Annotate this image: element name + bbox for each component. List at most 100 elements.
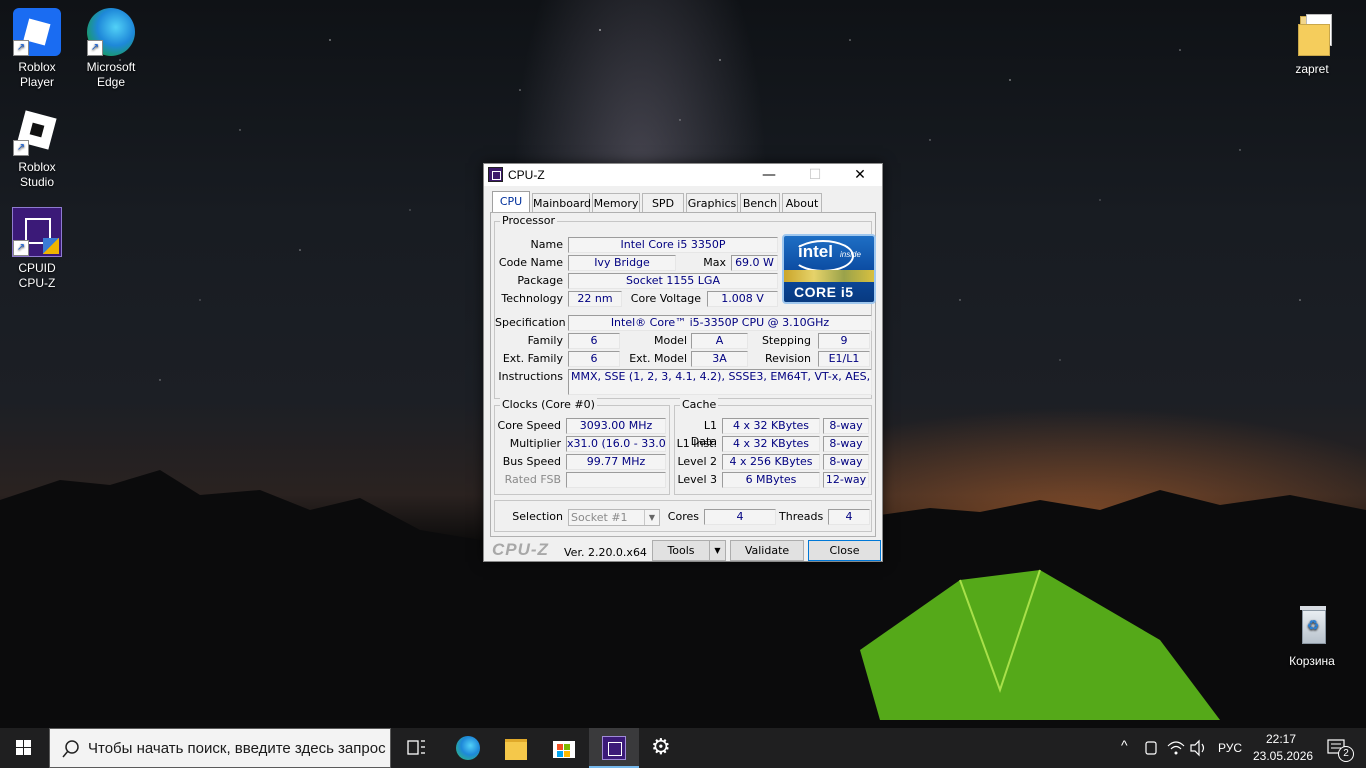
bus-speed-value: 99.77 MHz [566,454,666,470]
max-tdp-value: 69.0 W [731,255,778,271]
socket-select-value: Socket #1 [571,511,628,524]
rated-fsb-label: Rated FSB [504,473,561,486]
gear-icon: ⚙ [651,734,671,759]
desktop-icon-roblox-studio[interactable]: ↗ Roblox Studio [0,108,74,190]
processor-legend: Processor [500,214,557,228]
desktop-icon-label: CPU-Z [18,276,56,290]
desktop-icon-label: Roblox [18,60,56,74]
tab-memory[interactable]: Memory [592,193,640,212]
task-view-button[interactable] [396,728,436,768]
cache-row-size: 4 x 32 KBytes [722,436,820,452]
code-name-value: Ivy Bridge [568,255,676,271]
chevron-down-icon: ▼ [714,546,721,555]
bus-speed-label: Bus Speed [502,455,561,468]
cpuz-brand-text: CPU-Z [492,540,549,559]
cache-row-label: L1 Inst. [676,437,717,450]
chevron-down-icon: ▼ [644,510,659,525]
title-bar[interactable]: CPU-Z — ☐ ✕ [484,164,882,186]
ext-model-label: Ext. Model [629,352,687,365]
core-speed-label: Core Speed [497,419,561,432]
version-text: Ver. 2.20.0.x64 [564,546,647,559]
wifi-icon [1167,741,1185,755]
desktop-icon-label: Roblox [18,160,56,174]
clocks-legend: Clocks (Core #0) [500,398,597,412]
desktop-icon-label: Edge [96,75,126,89]
taskbar-edge[interactable] [444,728,492,768]
specification-value: Intel® Core™ i5-3350P CPU @ 3.10GHz [568,315,872,331]
tab-bench[interactable]: Bench [740,193,780,212]
tab-cpu[interactable]: CPU [492,191,530,213]
tray-device-icon[interactable] [1142,728,1162,768]
desktop-icon-cpuid-cpuz[interactable]: ↗ CPUID CPU-Z [0,207,74,291]
instructions-label: Instructions [498,370,563,383]
cache-legend: Cache [680,398,719,412]
name-value: Intel Core i5 3350P [568,237,778,253]
tab-spd[interactable]: SPD [642,193,684,212]
maximize-button: ☐ [808,167,822,183]
instructions-value: MMX, SSE (1, 2, 3, 4.1, 4.2), SSSE3, EM6… [568,369,872,395]
clock[interactable]: 22:17 23.05.2026 [1250,728,1314,768]
clocks-group: Clocks (Core #0) Core Speed 3093.00 MHz … [494,398,670,495]
cache-row-size: 6 MBytes [722,472,820,488]
windows-icon [16,740,31,755]
recycle-bin-icon: ♻ [1288,602,1336,650]
family-label: Family [527,334,563,347]
roblox-studio-icon: ↗ [13,108,61,156]
cores-value: 4 [704,509,776,525]
cache-row-size: 4 x 32 KBytes [722,418,820,434]
task-view-icon [407,740,425,755]
action-center-button[interactable]: 2 [1318,728,1358,768]
tools-dropdown-button[interactable]: ▼ [709,540,726,561]
taskbar-store[interactable] [540,728,588,768]
family-value: 6 [568,333,620,349]
start-button[interactable] [0,728,48,768]
cache-row-way: 12-way [823,472,869,488]
taskbar-search-box[interactable]: Чтобы начать поиск, введите здесь запрос [49,728,391,768]
cache-group: Cache L1 Data 4 x 32 KBytes 8-way L1 Ins… [674,398,872,495]
cache-row-label: Level 3 [677,473,717,486]
desktop-icon-label: CPUID [18,261,56,275]
tab-about[interactable]: About [782,193,822,212]
close-window-button[interactable]: ✕ [837,164,883,186]
core-i5-text: CORE i5 [794,284,854,300]
stepping-value: 9 [818,333,870,349]
cpuz-window: CPU-Z — ☐ ✕ CPU Mainboard Memory SPD Gra… [483,163,883,562]
taskbar-settings[interactable]: ⚙ [639,728,687,768]
taskbar-file-explorer[interactable] [492,728,540,768]
speaker-icon [1190,739,1205,757]
threads-label: Threads [779,510,824,523]
taskbar-cpuz[interactable] [589,728,639,768]
tray-network-button[interactable] [1166,728,1186,768]
cache-row-way: 8-way [823,454,869,470]
desktop-icon-label: Корзина [1289,654,1335,668]
tools-button[interactable]: Tools [652,540,710,561]
minimize-button[interactable]: — [746,164,792,186]
core-voltage-value: 1.008 V [707,291,778,307]
device-icon [1145,741,1157,755]
chevron-up-icon: ^ [1121,737,1128,753]
close-button[interactable]: Close [808,540,881,561]
cache-row-label: Level 2 [677,455,717,468]
tray-volume-button[interactable] [1188,728,1210,768]
notification-count-badge: 2 [1338,746,1354,762]
clock-date: 23.05.2026 [1253,749,1314,763]
tab-graphics[interactable]: Graphics [686,193,738,212]
model-value: A [691,333,748,349]
tab-mainboard[interactable]: Mainboard [532,193,591,212]
validate-button[interactable]: Validate [730,540,804,561]
desktop-icon-label: Studio [19,175,55,189]
show-hidden-icons-button[interactable]: ^ [1118,728,1138,768]
folder-icon [505,739,527,760]
edge-icon: ↗ [87,8,135,56]
cache-row-way: 8-way [823,436,869,452]
name-label: Name [530,238,563,251]
language-indicator[interactable]: РУС [1218,741,1242,755]
desktop-icon-recycle-bin[interactable]: ♻ Корзина [1275,602,1349,669]
desktop-icon-zapret[interactable]: zapret [1275,10,1349,77]
cache-row-way: 8-way [823,418,869,434]
specification-label: Specification [495,316,566,329]
desktop-icon-roblox-player[interactable]: ↗ Roblox Player [0,8,74,90]
intel-core-i5-logo: intel inside CORE i5 [782,234,876,304]
desktop-icon-microsoft-edge[interactable]: ↗ Microsoft Edge [74,8,148,90]
cpuz-icon: ↗ [12,207,62,257]
